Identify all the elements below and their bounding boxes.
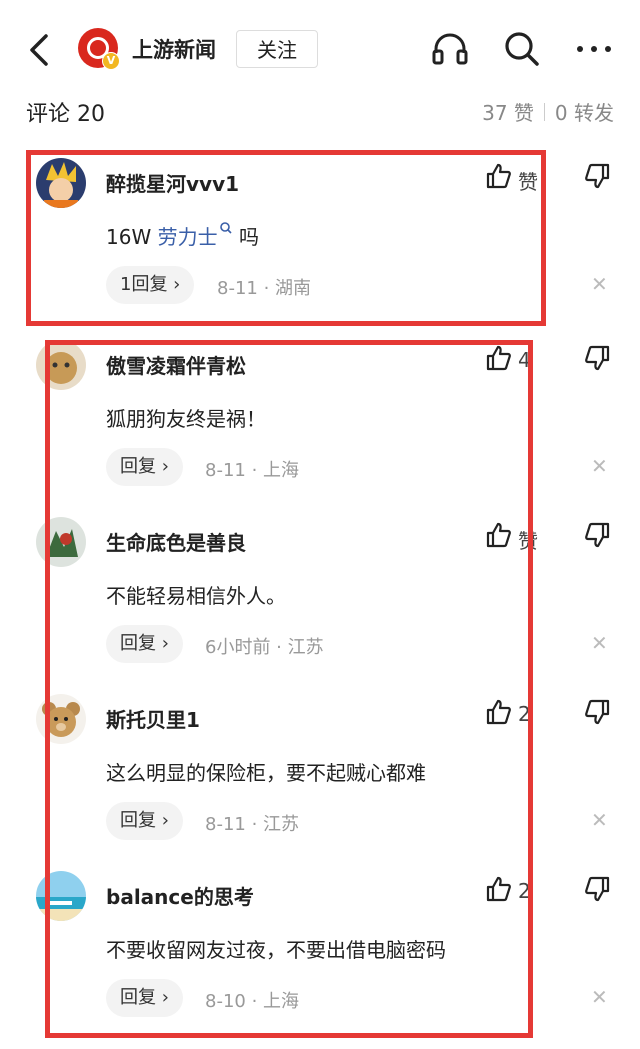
like-count: 赞 — [518, 529, 538, 553]
comment-count: 评论 20 — [26, 102, 105, 127]
search-icon[interactable] — [502, 29, 542, 69]
keyword-link[interactable]: 劳力士 — [158, 225, 218, 249]
avatar[interactable] — [36, 694, 86, 744]
username[interactable]: 生命底色是善良 — [106, 527, 246, 556]
username[interactable]: 傲雪凌霜伴青松 — [106, 350, 246, 379]
dislike-icon[interactable] — [584, 162, 612, 190]
reply-button[interactable]: 回复 › — [106, 625, 183, 663]
follow-button[interactable]: 关注 — [236, 30, 318, 68]
dislike-icon[interactable] — [584, 698, 612, 726]
username[interactable]: balance的思考 — [106, 881, 254, 910]
close-icon[interactable]: ✕ — [591, 456, 608, 476]
reply-button[interactable]: 回复 › — [106, 802, 183, 840]
headphones-icon[interactable] — [430, 29, 470, 69]
comment-item: 生命底色是善良 不能轻易相信外人。 回复 › 6小时前 · 江苏 赞 ✕ — [0, 507, 640, 684]
publisher-name[interactable]: 上游新闻 — [132, 34, 216, 64]
avatar-beach-icon — [36, 871, 86, 921]
comment-text: 狐朋狗友终是祸！ — [106, 407, 266, 431]
comment-item: 斯托贝里1 这么明显的保险柜，要不起贼心都难 回复 › 8-11 · 江苏 2 … — [0, 684, 640, 861]
comment-meta: 8-11 · 上海 — [205, 460, 300, 481]
more-options-icon[interactable] — [574, 29, 614, 69]
comment-text: 16W 劳力士 吗 — [106, 221, 259, 250]
comment-text: 这么明显的保险柜，要不起贼心都难 — [106, 761, 426, 785]
like-icon[interactable] — [484, 344, 512, 372]
avatar[interactable] — [36, 158, 86, 208]
avatar[interactable] — [36, 871, 86, 921]
avatar[interactable] — [36, 340, 86, 390]
like-count: 2 — [518, 702, 531, 726]
dislike-icon[interactable] — [584, 344, 612, 372]
like-icon[interactable] — [484, 162, 512, 190]
like-icon[interactable] — [484, 698, 512, 726]
username[interactable]: 斯托贝里1 — [106, 704, 200, 733]
likes-count: 37 赞 — [482, 101, 534, 125]
comment-meta: 8-11 · 江苏 — [205, 814, 300, 835]
avatar-animal-icon — [36, 340, 86, 390]
top-bar: V 上游新闻 关注 — [0, 0, 640, 95]
like-icon[interactable] — [484, 521, 512, 549]
reply-button[interactable]: 回复 › — [106, 979, 183, 1017]
comment-meta: 8-10 · 上海 — [205, 991, 300, 1012]
stats-divider — [543, 102, 545, 121]
like-icon[interactable] — [484, 875, 512, 903]
like-count: 2 — [518, 879, 531, 903]
comment-item: 醉揽星河vvv1 16W 劳力士 吗 1回复 › 8-11 · 湖南 赞 ✕ — [0, 148, 640, 325]
comment-item: balance的思考 不要收留网友过夜，不要出借电脑密码 回复 › 8-10 ·… — [0, 861, 640, 1038]
close-icon[interactable]: ✕ — [591, 810, 608, 830]
avatar-bear-icon — [36, 694, 86, 744]
avatar-photo-icon — [36, 517, 86, 567]
reply-button[interactable]: 回复 › — [106, 448, 183, 486]
avatar[interactable] — [36, 517, 86, 567]
search-hint-icon — [219, 222, 232, 234]
comment-item: 傲雪凌霜伴青松 狐朋狗友终是祸！ 回复 › 8-11 · 上海 4 ✕ — [0, 330, 640, 507]
back-arrow-icon[interactable] — [24, 30, 54, 70]
like-count: 赞 — [518, 170, 538, 194]
comment-text: 不能轻易相信外人。 — [106, 584, 286, 608]
dislike-icon[interactable] — [584, 875, 612, 903]
article-stats: 37 赞 0 转发 — [482, 97, 614, 126]
comment-meta: 6小时前 · 江苏 — [205, 637, 324, 658]
comment-text: 不要收留网友过夜，不要出借电脑密码 — [106, 938, 446, 962]
verified-badge: V — [102, 52, 120, 70]
dislike-icon[interactable] — [584, 521, 612, 549]
comment-meta: 8-11 · 湖南 — [217, 278, 312, 299]
shares-count: 0 转发 — [554, 101, 614, 125]
reply-button[interactable]: 1回复 › — [106, 266, 195, 304]
close-icon[interactable]: ✕ — [591, 987, 608, 1007]
like-count: 4 — [518, 348, 531, 372]
publisher-logo[interactable]: V — [78, 28, 120, 70]
avatar-anime-icon — [36, 158, 86, 208]
username[interactable]: 醉揽星河vvv1 — [106, 168, 239, 197]
close-icon[interactable]: ✕ — [591, 633, 608, 653]
close-icon[interactable]: ✕ — [591, 274, 608, 294]
